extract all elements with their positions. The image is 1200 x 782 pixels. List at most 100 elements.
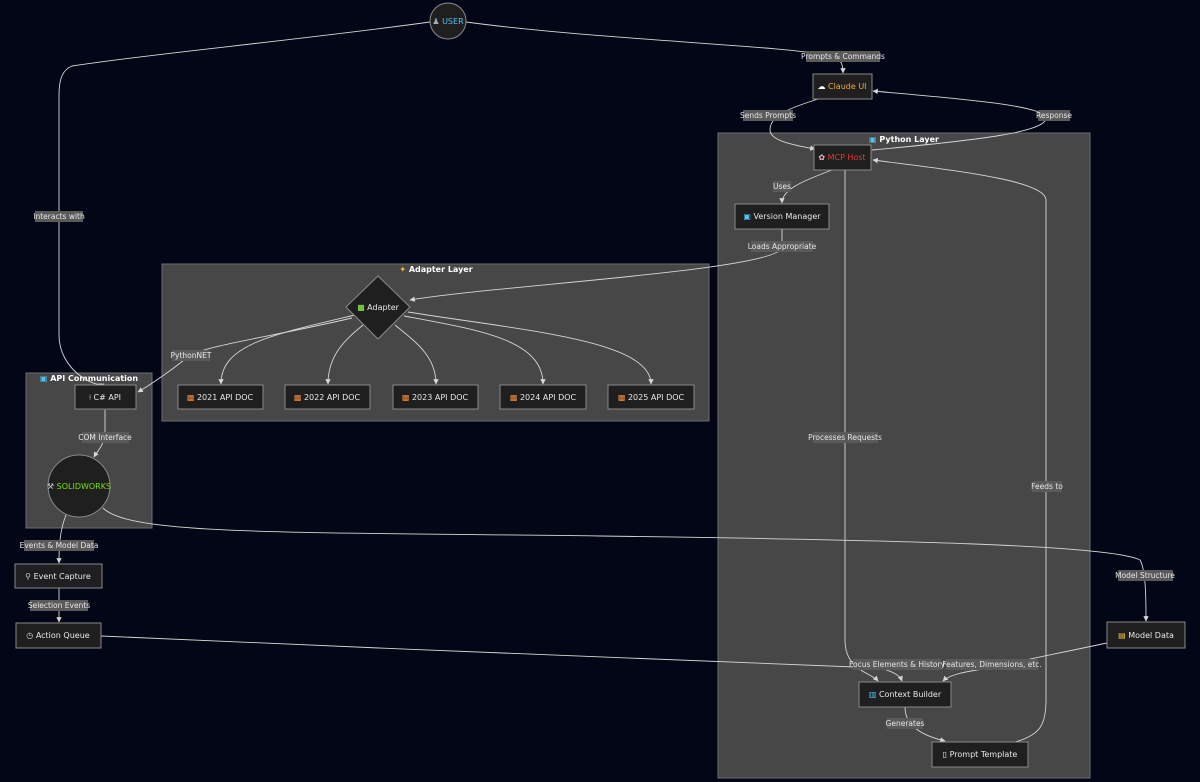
node-solidworks[interactable]: ⚒ SOLIDWORKS bbox=[47, 454, 111, 518]
version-manager-label: Version Manager bbox=[754, 212, 822, 221]
node-2021-api-doc[interactable]: ▩ 2021 API DOC bbox=[177, 384, 264, 410]
solidworks-label: SOLIDWORKS bbox=[57, 482, 111, 491]
svg-text:▩ 2024 API DOC: ▩ 2024 API DOC bbox=[510, 393, 577, 402]
python-layer-title: Python Layer bbox=[879, 135, 939, 144]
node-mcp-host[interactable]: ✿ MCP Host bbox=[813, 144, 872, 171]
node-2023-api-doc[interactable]: ▩ 2023 API DOC bbox=[392, 384, 479, 410]
svg-text:⚲ Event Capture: ⚲ Event Capture bbox=[25, 572, 91, 581]
edge-user-claude bbox=[465, 21, 846, 74]
svg-text:COM Interface: COM Interface bbox=[78, 433, 132, 442]
svg-text:Features, Dimensions, etc.: Features, Dimensions, etc. bbox=[942, 660, 1042, 669]
svg-text:Model Structure: Model Structure bbox=[1115, 571, 1175, 580]
model-data-label: Model Data bbox=[1128, 631, 1174, 640]
edge-label-interacts-with: Interacts with bbox=[33, 211, 85, 222]
node-2024-api-doc[interactable]: ▩ 2024 API DOC bbox=[499, 384, 587, 410]
svg-text:▣ Python Layer: ▣ Python Layer bbox=[869, 135, 939, 144]
svg-text:Generates: Generates bbox=[886, 719, 925, 728]
svg-text:◷ Action Queue: ◷ Action Queue bbox=[26, 631, 89, 640]
svg-text:☁ Claude UI: ☁ Claude UI bbox=[817, 82, 866, 91]
csharp-api-label: C# API bbox=[94, 393, 122, 402]
package-icon: ■ bbox=[357, 303, 367, 312]
node-model-data[interactable]: ▤ Model Data bbox=[1106, 621, 1186, 649]
svg-text:♟ USER: ♟ USER bbox=[432, 17, 464, 26]
document-icon: ▩ bbox=[187, 393, 197, 402]
svg-text:PythonNET: PythonNET bbox=[171, 351, 212, 360]
adapter-label: Adapter bbox=[367, 303, 399, 312]
edge-label-loads-appropriate: Loads Appropriate bbox=[748, 241, 817, 252]
svg-text:Selection Events: Selection Events bbox=[28, 601, 90, 610]
node-prompt-template[interactable]: ▯ Prompt Template bbox=[931, 741, 1029, 768]
svg-text:▩ 2022 API DOC: ▩ 2022 API DOC bbox=[294, 393, 361, 402]
computer-icon: ▣ bbox=[869, 135, 879, 144]
svg-text:▩ 2025 API DOC: ▩ 2025 API DOC bbox=[618, 393, 685, 402]
mcp-host-label: MCP Host bbox=[828, 153, 866, 162]
edge-label-feeds-to: Feeds to bbox=[1031, 481, 1063, 492]
gear-icon: ▣ bbox=[743, 212, 753, 221]
svg-text:■ Adapter: ■ Adapter bbox=[357, 303, 400, 312]
document-icon: ▩ bbox=[294, 393, 304, 402]
svg-text:Processes Requests: Processes Requests bbox=[808, 433, 882, 442]
svg-text:Events & Model Data: Events & Model Data bbox=[20, 541, 99, 550]
page-icon: ▯ bbox=[943, 750, 950, 759]
api-communication-title: API Communication bbox=[50, 374, 138, 383]
edge-label-com-interface: COM Interface bbox=[78, 432, 132, 443]
puzzle-icon: ✦ bbox=[399, 265, 409, 274]
document-icon: ▩ bbox=[618, 393, 628, 402]
node-version-manager[interactable]: ▣ Version Manager bbox=[734, 203, 830, 230]
doc-2023-label: 2023 API DOC bbox=[412, 393, 469, 402]
svg-text:⚒ SOLIDWORKS: ⚒ SOLIDWORKS bbox=[47, 482, 111, 491]
svg-text:Prompts & Commands: Prompts & Commands bbox=[801, 52, 885, 61]
edge-label-model-structure: Model Structure bbox=[1115, 570, 1175, 581]
edge-label-sends-prompts: Sends Prompts bbox=[740, 110, 796, 121]
edge-label-pythonnet: PythonNET bbox=[171, 350, 212, 361]
node-event-capture[interactable]: ⚲ Event Capture bbox=[14, 563, 103, 589]
svg-text:▯ Prompt Template: ▯ Prompt Template bbox=[943, 750, 1018, 759]
document-icon: ▩ bbox=[510, 393, 520, 402]
node-claude-ui[interactable]: ☁ Claude UI bbox=[812, 73, 873, 100]
edge-label-focus-elements: Focus Elements & History bbox=[849, 659, 946, 670]
svg-text:✿ MCP Host: ✿ MCP Host bbox=[818, 153, 865, 162]
svg-text:⍿ C# API: ⍿ C# API bbox=[89, 393, 121, 402]
connector-icon: ▣ bbox=[40, 374, 50, 383]
python-layer-cluster: ▣ Python Layer bbox=[717, 132, 1091, 779]
node-2022-api-doc[interactable]: ▩ 2022 API DOC bbox=[284, 384, 371, 410]
adapter-layer-title: Adapter Layer bbox=[409, 265, 473, 274]
svg-text:▩ 2023 API DOC: ▩ 2023 API DOC bbox=[402, 393, 469, 402]
svg-text:▥ Context Builder: ▥ Context Builder bbox=[869, 690, 942, 699]
doc-2021-label: 2021 API DOC bbox=[197, 393, 254, 402]
cloud-icon: ☁ bbox=[817, 82, 828, 91]
node-2025-api-doc[interactable]: ▩ 2025 API DOC bbox=[607, 384, 695, 410]
node-action-queue[interactable]: ◷ Action Queue bbox=[15, 622, 102, 649]
person-icon: ♟ bbox=[432, 17, 442, 26]
svg-text:Focus Elements & History: Focus Elements & History bbox=[849, 660, 946, 669]
svg-text:✦ Adapter Layer: ✦ Adapter Layer bbox=[399, 265, 472, 274]
architecture-diagram: ▣ Python Layer ✦ Adapter Layer ▣ API Com… bbox=[14, 2, 1186, 779]
node-user[interactable]: ♟ USER bbox=[429, 2, 467, 40]
edge-label-selection-events: Selection Events bbox=[28, 600, 90, 611]
node-csharp-api[interactable]: ⍿ C# API bbox=[74, 384, 137, 410]
svg-text:Feeds to: Feeds to bbox=[1031, 482, 1063, 491]
brain-icon: ✿ bbox=[818, 153, 827, 162]
edge-label-events-model-data: Events & Model Data bbox=[20, 540, 99, 551]
doc-2024-label: 2024 API DOC bbox=[520, 393, 577, 402]
claude-ui-label: Claude UI bbox=[828, 82, 867, 91]
database-icon: ▤ bbox=[1118, 631, 1128, 640]
context-builder-label: Context Builder bbox=[879, 690, 942, 699]
action-queue-label: Action Queue bbox=[36, 631, 90, 640]
edge-label-uses: Uses bbox=[773, 181, 791, 192]
event-capture-label: Event Capture bbox=[34, 572, 91, 581]
wrench-icon: ⚒ bbox=[47, 482, 57, 491]
svg-text:Response: Response bbox=[1036, 111, 1072, 120]
edge-label-generates: Generates bbox=[886, 718, 925, 729]
svg-text:Sends Prompts: Sends Prompts bbox=[740, 111, 796, 120]
svg-text:▩ 2021 API DOC: ▩ 2021 API DOC bbox=[187, 393, 254, 402]
node-context-builder[interactable]: ▥ Context Builder bbox=[858, 681, 952, 708]
doc-2025-label: 2025 API DOC bbox=[628, 393, 685, 402]
svg-text:Interacts with: Interacts with bbox=[33, 212, 85, 221]
document-icon: ▩ bbox=[402, 393, 412, 402]
svg-text:Loads Appropriate: Loads Appropriate bbox=[748, 242, 817, 251]
svg-text:▤ Model Data: ▤ Model Data bbox=[1118, 631, 1174, 640]
prompt-template-label: Prompt Template bbox=[950, 750, 1018, 759]
doc-2022-label: 2022 API DOC bbox=[304, 393, 361, 402]
edge-label-features-dimensions: Features, Dimensions, etc. bbox=[942, 659, 1042, 670]
